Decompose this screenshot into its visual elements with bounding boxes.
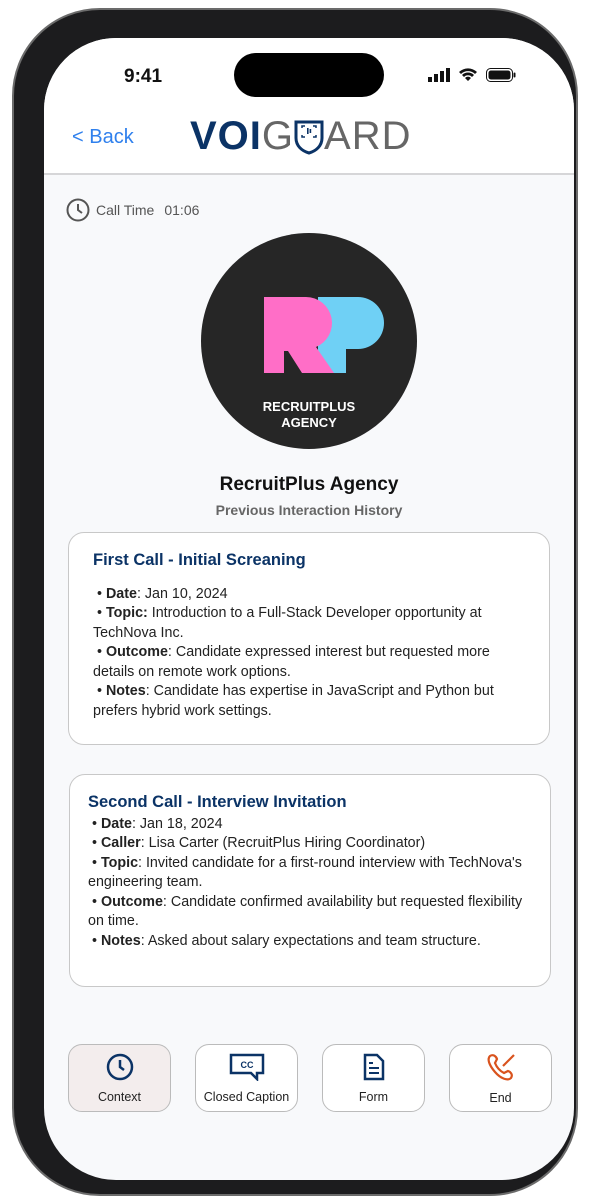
- end-call-icon: [486, 1052, 516, 1085]
- card-detail: • Topic: Invited candidate for a first-r…: [88, 854, 522, 891]
- voiguard-logo: VOI G ARD: [190, 114, 411, 159]
- detail-key: Outcome: [100, 893, 163, 910]
- call-time: Call Time 01:06: [66, 198, 199, 222]
- detail-value: : Invited candidate for a first-round in…: [88, 854, 522, 891]
- svg-text:CC: CC: [240, 1060, 253, 1070]
- detail-value: : Asked about salary expectations and te…: [140, 932, 481, 949]
- document-icon: [362, 1053, 386, 1084]
- card-detail: • Caller: Lisa Carter (RecruitPlus Hirin…: [88, 835, 426, 851]
- cc-icon: CC: [229, 1053, 265, 1084]
- status-icons: [428, 68, 516, 82]
- logo-text: G: [261, 114, 295, 158]
- header: 9:41 < Back VOI G ARD: [44, 38, 574, 175]
- svg-text:RECRUITPLUS: RECRUITPLUS: [263, 399, 356, 414]
- detail-key: Outcome: [105, 644, 168, 660]
- detail-value: : Jan 18, 2024: [131, 815, 223, 832]
- interaction-card: First Call - Initial Screaning • Date: J…: [68, 532, 550, 745]
- card-title: Second Call - Interview Invitation: [88, 793, 347, 811]
- dynamic-island: [234, 53, 384, 97]
- detail-key: Topic:: [105, 605, 148, 621]
- interaction-card: Second Call - Interview Invitation • Dat…: [69, 774, 551, 987]
- call-time-label: Call Time: [96, 202, 155, 218]
- detail-key: Date: [100, 815, 132, 832]
- contact-name: RecruitPlus Agency: [219, 474, 399, 495]
- card-detail: • Date: Jan 10, 2024: [93, 585, 228, 602]
- detail-value: : Jan 10, 2024: [136, 585, 228, 602]
- logo-text: VOI: [190, 114, 262, 158]
- clock-icon: [106, 1053, 134, 1084]
- screen: 9:41 < Back VOI G ARD Call Time 01:06 REC…: [44, 38, 574, 1180]
- closed-caption-button[interactable]: CC Closed Caption: [195, 1044, 298, 1112]
- phone-frame: 9:41 < Back VOI G ARD Call Time 01:06 REC…: [12, 8, 578, 1196]
- action-label: Closed Caption: [203, 1089, 290, 1104]
- end-button[interactable]: End: [449, 1044, 552, 1112]
- card-detail: • Outcome: Candidate confirmed availabil…: [88, 893, 523, 930]
- card-detail: • Date: Jan 18, 2024: [88, 815, 223, 832]
- action-label: Context: [97, 1089, 142, 1104]
- battery-icon: [486, 68, 516, 82]
- card-detail: • Notes: Candidate has expertise in Java…: [93, 683, 494, 719]
- card-detail: • Notes: Asked about salary expectations…: [88, 932, 481, 949]
- shield-icon: [294, 120, 324, 155]
- signal-icon: [428, 68, 450, 82]
- wifi-icon: [459, 68, 477, 81]
- call-actions: Context CC Closed Caption Form End: [68, 1044, 552, 1112]
- card-detail: • Topic: Introduction to a Full-Stack De…: [93, 605, 482, 641]
- detail-key: Caller: [100, 835, 141, 851]
- recruitplus-logo: RECRUITPLUS AGENCY: [263, 297, 384, 430]
- action-label: Form: [358, 1089, 389, 1104]
- form-button[interactable]: Form: [322, 1044, 425, 1112]
- detail-key: Notes: [100, 932, 141, 949]
- logo-text: ARD: [324, 114, 412, 158]
- context-button[interactable]: Context: [68, 1044, 171, 1112]
- status-time: 9:41: [124, 66, 163, 87]
- svg-text:AGENCY: AGENCY: [281, 415, 337, 430]
- call-time-value: 01:06: [164, 202, 200, 218]
- clock-icon: [66, 198, 90, 222]
- detail-key: Topic: [100, 854, 139, 871]
- detail-value: : Candidate has expertise in JavaScript …: [93, 683, 494, 719]
- contact-avatar: RECRUITPLUS AGENCY: [201, 233, 417, 449]
- card-detail: • Outcome: Candidate expressed interest …: [93, 644, 490, 680]
- detail-value: : Lisa Carter (RecruitPlus Hiring Coordi…: [140, 835, 426, 851]
- detail-key: Date: [105, 585, 137, 602]
- card-title: First Call - Initial Screaning: [93, 551, 306, 569]
- back-button[interactable]: < Back: [72, 126, 134, 149]
- detail-key: Notes: [105, 683, 146, 699]
- action-label: End: [489, 1090, 512, 1105]
- history-subtitle: Previous Interaction History: [215, 502, 403, 518]
- detail-value: Introduction to a Full-Stack Developer o…: [93, 605, 482, 641]
